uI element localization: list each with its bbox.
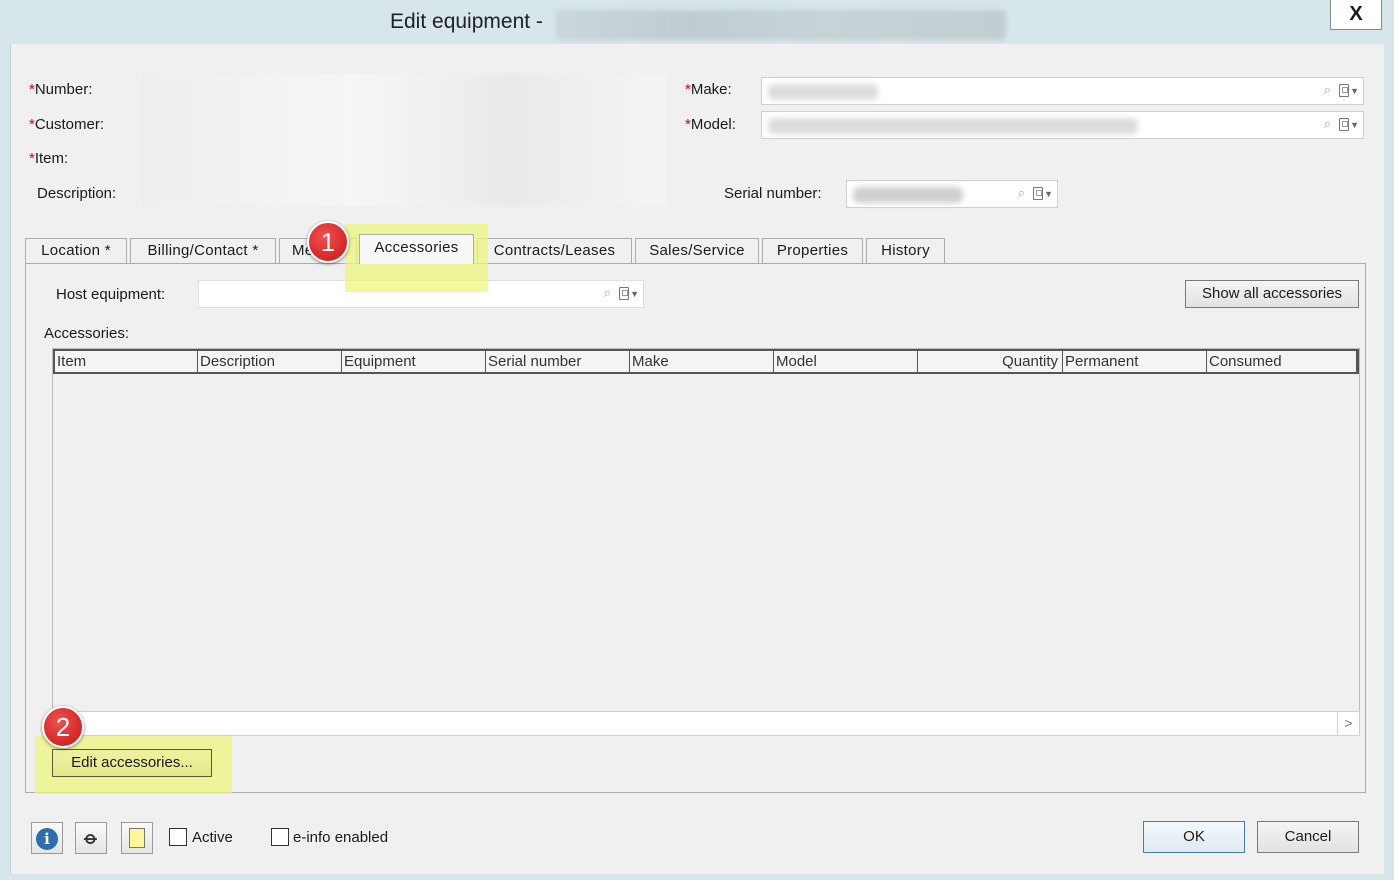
flag-dropdown-icon[interactable] — [1339, 84, 1350, 98]
item-label: *Item: — [29, 150, 69, 167]
active-label: Active — [192, 829, 233, 846]
annotation-badge-2: 2 — [42, 706, 84, 748]
number-label: *Number: — [29, 81, 93, 98]
accessories-panel: Host equipment: ⌕ ▼ Show all accessories … — [25, 263, 1366, 794]
cancel-button[interactable]: Cancel — [1257, 821, 1359, 853]
make-label: *Make: — [685, 81, 732, 98]
column-quantity[interactable]: Quantity — [917, 351, 1062, 372]
document-button[interactable] — [121, 822, 153, 854]
column-item[interactable]: Item — [55, 351, 197, 372]
annotation-badge-1: 1 — [307, 221, 349, 263]
tab-location[interactable]: Location * — [25, 238, 127, 263]
tab-properties[interactable]: Properties — [762, 238, 863, 263]
title-redacted — [556, 10, 1006, 40]
description-label: Description: — [37, 185, 117, 202]
serial-number-field[interactable]: ⌕ ▼ — [846, 180, 1058, 208]
scroll-right-icon[interactable]: > — [1337, 712, 1359, 735]
magnifier-icon[interactable]: ⌕ — [1018, 185, 1025, 201]
column-serial-number[interactable]: Serial number — [485, 351, 629, 372]
show-all-accessories-button[interactable]: Show all accessories — [1185, 280, 1359, 308]
model-field[interactable]: ⌕ ▼ — [761, 111, 1364, 139]
close-button[interactable]: X — [1330, 0, 1382, 30]
customer-label: *Customer: — [29, 116, 105, 133]
edit-accessories-button[interactable]: Edit accessories... — [52, 749, 212, 777]
title-bar: Edit equipment - X — [0, 0, 1394, 44]
tab-billing-contact[interactable]: Billing/Contact * — [130, 238, 276, 263]
einfo-checkbox[interactable] — [271, 828, 289, 846]
info-icon: i — [36, 828, 58, 850]
accessories-label: Accessories: — [44, 325, 130, 342]
column-model[interactable]: Model — [773, 351, 917, 372]
active-checkbox[interactable] — [169, 828, 187, 846]
column-equipment[interactable]: Equipment — [341, 351, 485, 372]
edit-equipment-dialog: *Number: *Customer: *Item: Description: … — [10, 44, 1384, 874]
flag-dropdown-icon[interactable] — [1339, 118, 1350, 132]
paperclip-icon: ⌀ — [80, 827, 102, 849]
serial-number-label: Serial number: — [724, 185, 822, 202]
tab-contracts-leases[interactable]: Contracts/Leases — [477, 238, 632, 263]
header-fields-redacted[interactable] — [141, 74, 666, 206]
column-description[interactable]: Description — [197, 351, 341, 372]
tab-accessories[interactable]: Accessories — [359, 234, 474, 264]
make-field[interactable]: ⌕ ▼ — [761, 77, 1364, 105]
host-equipment-label: Host equipment: — [56, 286, 166, 303]
horizontal-scrollbar[interactable]: > — [52, 711, 1360, 736]
attach-button[interactable]: ⌀ — [75, 822, 107, 854]
tab-history[interactable]: History — [866, 238, 945, 263]
magnifier-icon[interactable]: ⌕ — [1324, 82, 1331, 98]
window-title: Edit equipment - — [390, 10, 543, 33]
magnifier-icon[interactable]: ⌕ — [1324, 116, 1331, 132]
ok-button[interactable]: OK — [1143, 821, 1245, 853]
column-consumed[interactable]: Consumed — [1206, 351, 1350, 372]
document-icon — [129, 828, 145, 848]
info-button[interactable]: i — [31, 822, 63, 854]
flag-dropdown-icon[interactable] — [619, 287, 630, 301]
grid-header: Item Description Equipment Serial number… — [53, 349, 1359, 374]
column-permanent[interactable]: Permanent — [1062, 351, 1206, 372]
column-make[interactable]: Make — [629, 351, 773, 372]
tab-sales-service[interactable]: Sales/Service — [635, 238, 759, 263]
accessories-grid[interactable]: Item Description Equipment Serial number… — [52, 348, 1360, 736]
einfo-label: e-info enabled — [293, 829, 389, 846]
model-label: *Model: — [685, 116, 736, 133]
magnifier-icon[interactable]: ⌕ — [604, 285, 611, 301]
flag-dropdown-icon[interactable] — [1033, 187, 1044, 201]
